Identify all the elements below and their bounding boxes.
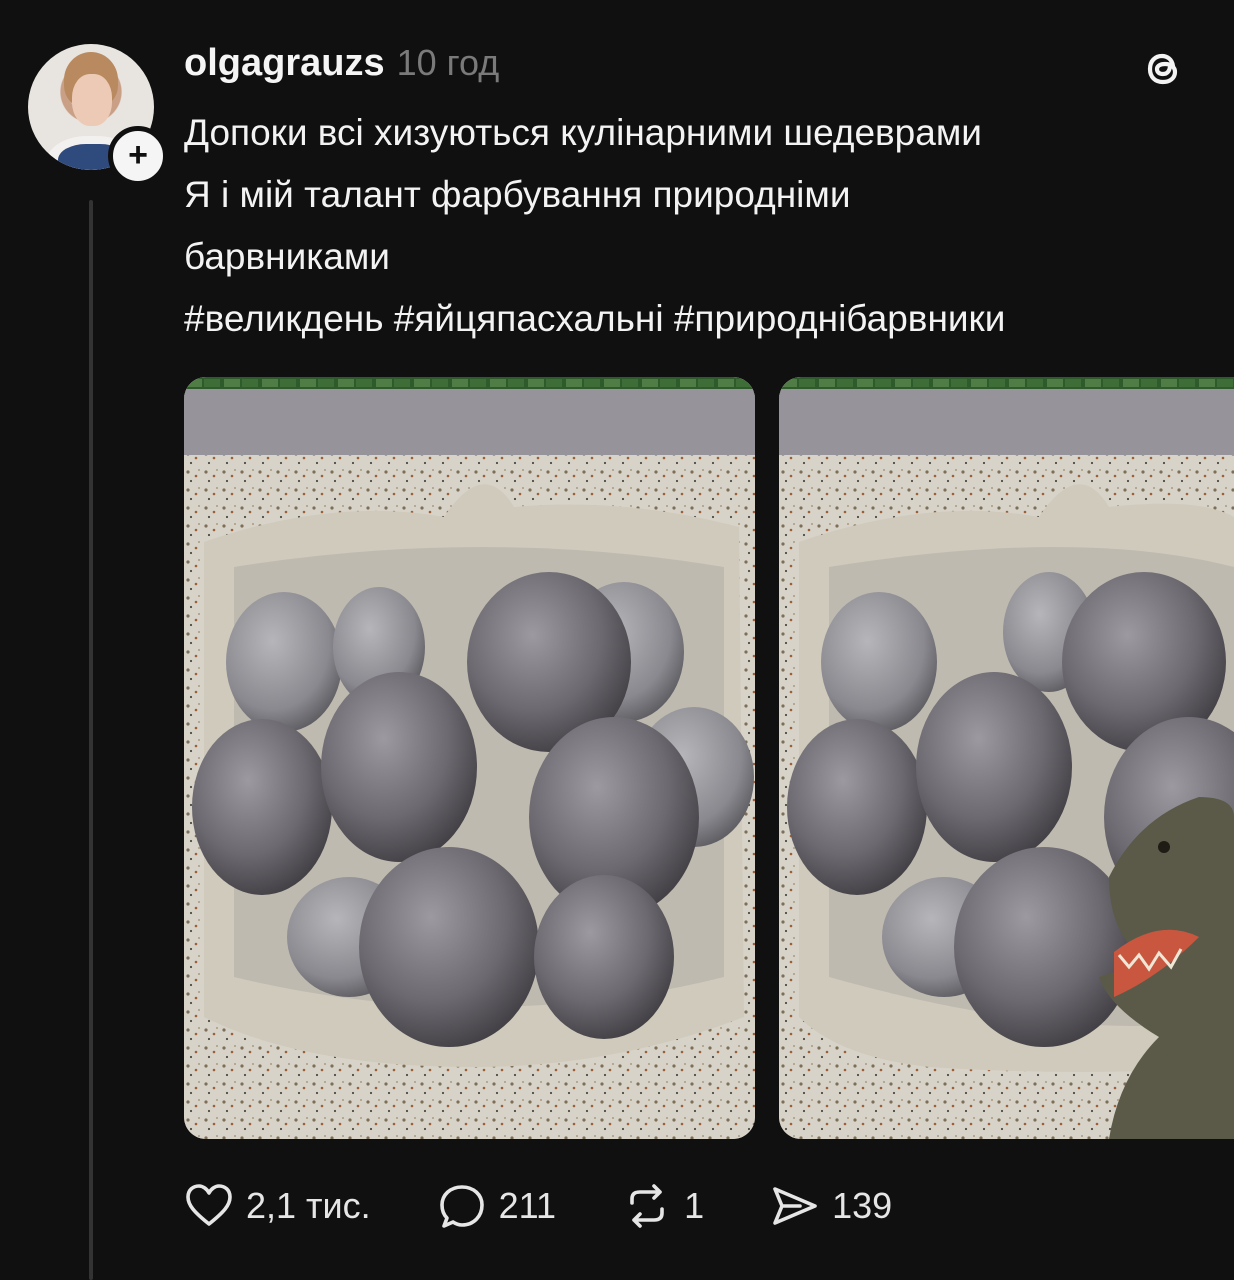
post-line-1: Допоки всі хизуються кулінарними шедевра… [184,112,982,153]
avatar-face [72,74,112,126]
threads-logo-icon[interactable] [1140,44,1188,92]
post-image-eggs-dinosaur[interactable] [779,377,1234,1139]
like-count: 2,1 тис. [246,1185,371,1226]
post-image-eggs[interactable] [184,377,755,1139]
comment-button[interactable]: 211 [437,1181,556,1231]
post-time: 10 год [396,42,500,83]
post-line-2: Я і мій талант фарбування природніми [184,174,851,215]
share-button[interactable]: 139 [770,1181,892,1231]
post-header: olgagrauzs 10 год [184,42,499,85]
post-hashtags[interactable]: #великдень #яйцяпасхальні #природнібарвн… [184,288,1224,350]
follow-plus-icon[interactable]: + [108,126,168,186]
threads-post: + olgagrauzs 10 год Допоки всі хизуються… [0,0,1234,1280]
comment-count: 211 [498,1185,557,1226]
post-text: Допоки всі хизуються кулінарними шедевра… [184,102,1224,350]
repost-count: 1 [684,1185,705,1226]
repost-button[interactable]: 1 [622,1181,704,1231]
comment-bubble-icon [439,1185,484,1228]
heart-icon [186,1184,232,1226]
eggs-photo [184,377,755,1139]
post-line-3: барвниками [184,236,390,277]
post-actions: 2,1 тис. 211 1 139 [184,1176,958,1236]
username[interactable]: olgagrauzs [184,42,385,85]
eggs-dinosaur-photo [779,377,1234,1139]
share-count: 139 [832,1185,893,1226]
send-icon [773,1187,817,1225]
like-button[interactable]: 2,1 тис. [184,1181,371,1231]
thread-line [89,200,93,1280]
repost-icon [630,1184,664,1228]
